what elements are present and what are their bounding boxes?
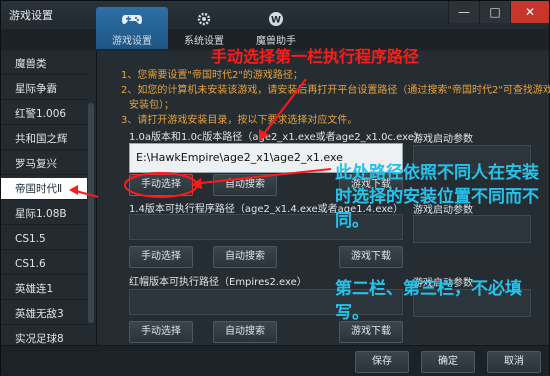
arrow-head-sidebar bbox=[69, 185, 78, 195]
arrow-line-top bbox=[262, 78, 307, 136]
highlight-ellipse bbox=[124, 172, 198, 198]
annotation-middle: 此处路径依照不同人在安装时选择的安装位置不同而不同。 bbox=[335, 163, 539, 231]
annotation-bottom: 第二栏、第三栏，不必填写。 bbox=[335, 279, 522, 323]
settings-window: 游戏设置 — □ ✕ 游戏设置 系统设置 W 魔兽助手 魔兽类 星际争霸 红警1… bbox=[0, 0, 550, 375]
arrow-head-top bbox=[259, 129, 269, 141]
annotation-top: 手动选择第一栏执行程序路径 bbox=[211, 47, 420, 66]
arrow-line-button bbox=[200, 168, 332, 184]
arrow-line-sidebar bbox=[75, 190, 99, 198]
